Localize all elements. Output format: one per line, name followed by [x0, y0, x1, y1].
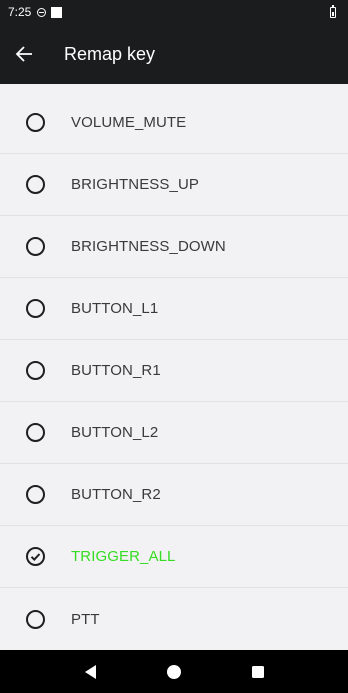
option-brightness-up[interactable]: BRIGHTNESS_UP: [0, 154, 348, 216]
nav-home-button[interactable]: [132, 650, 216, 693]
option-label: BRIGHTNESS_DOWN: [71, 238, 226, 255]
option-label: BRIGHTNESS_UP: [71, 176, 199, 193]
option-label: VOLUME_MUTE: [71, 114, 187, 131]
page-title: Remap key: [64, 43, 156, 64]
option-button-l1[interactable]: BUTTON_L1: [0, 278, 348, 340]
nav-recents-icon: [252, 665, 264, 678]
option-label-selected: TRIGGER_ALL: [71, 548, 176, 565]
nav-back-icon: [85, 664, 96, 679]
option-brightness-down[interactable]: BRIGHTNESS_DOWN: [0, 216, 348, 278]
option-ptt[interactable]: PTT: [0, 588, 348, 650]
nav-back-button[interactable]: [48, 650, 132, 693]
radio-button-icon[interactable]: [26, 361, 45, 380]
option-button-r2[interactable]: BUTTON_R2: [0, 464, 348, 526]
option-label: BUTTON_L2: [71, 424, 159, 441]
radio-button-icon[interactable]: [26, 485, 45, 504]
radio-button-icon[interactable]: [26, 423, 45, 442]
option-label: BUTTON_L1: [71, 300, 159, 317]
option-button-r1[interactable]: BUTTON_R1: [0, 340, 348, 402]
radio-checked-icon[interactable]: [26, 547, 45, 566]
navigation-bar: [0, 650, 348, 693]
option-trigger-all[interactable]: TRIGGER_ALL: [0, 526, 348, 588]
sync-status-icon: [37, 7, 47, 17]
radio-button-icon[interactable]: [26, 175, 45, 194]
back-button[interactable]: [0, 24, 54, 84]
radio-button-icon[interactable]: [26, 113, 45, 132]
back-arrow-icon: [15, 46, 32, 62]
radio-button-icon[interactable]: [26, 609, 45, 629]
status-time: 7:25: [8, 5, 32, 19]
option-volume-mute[interactable]: VOLUME_MUTE: [0, 92, 348, 154]
option-label: BUTTON_R1: [71, 362, 161, 379]
nav-recents-button[interactable]: [216, 650, 300, 693]
status-bar: 7:25: [0, 0, 348, 24]
notification-icon: [51, 6, 63, 18]
option-button-l2[interactable]: BUTTON_L2: [0, 402, 348, 464]
radio-button-icon[interactable]: [26, 299, 45, 318]
app-bar: Remap key: [0, 24, 348, 84]
option-label: BUTTON_R2: [71, 486, 161, 503]
radio-button-icon[interactable]: [26, 237, 45, 256]
battery-icon: [330, 4, 336, 18]
key-option-list: VOLUME_MUTE BRIGHTNESS_UP BRIGHTNESS_DOW…: [0, 92, 348, 650]
nav-home-icon: [167, 664, 181, 679]
option-label: PTT: [71, 610, 100, 628]
